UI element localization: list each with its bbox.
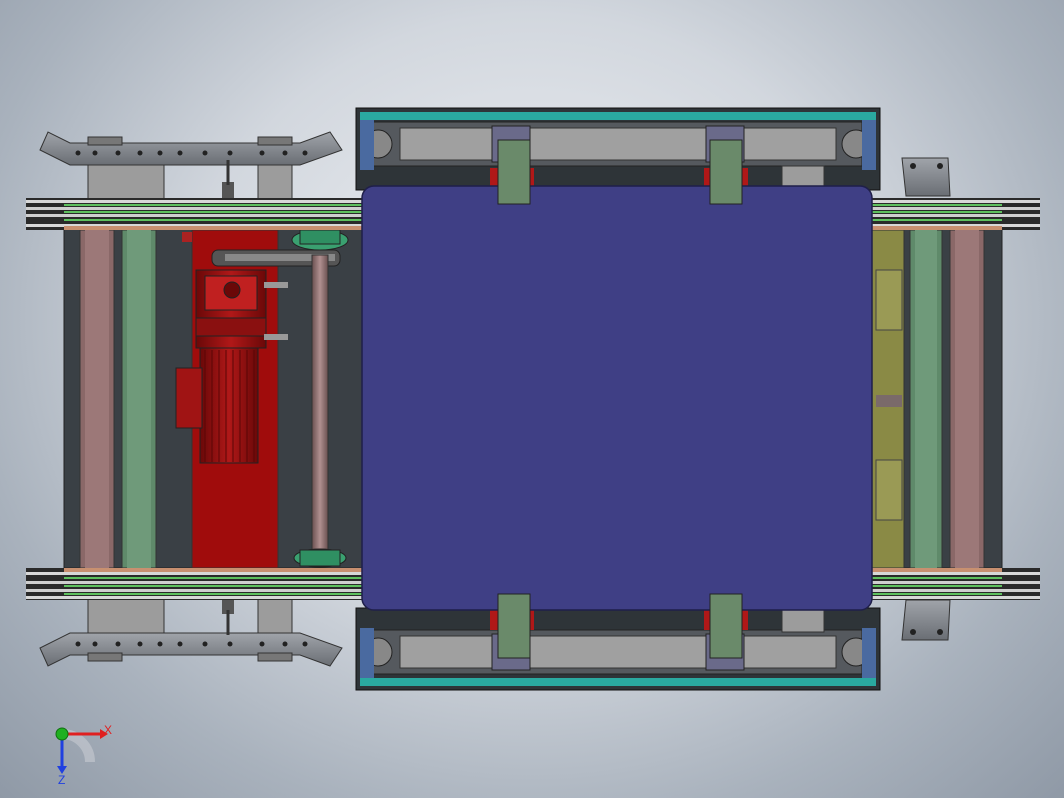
clamp-tab-bottom-left xyxy=(497,593,531,659)
left-bottom-support-block xyxy=(87,597,165,634)
clamp-tab-top-right xyxy=(709,139,743,205)
clamp-tab-top-left xyxy=(497,139,531,205)
cad-drawing: X Z xyxy=(26,107,1040,787)
bottom-roller-left xyxy=(399,635,493,669)
z-axis-label: Z xyxy=(58,773,65,787)
y-axis-dot xyxy=(55,727,69,741)
left-conveyor-unit xyxy=(26,131,366,667)
right-bottom-bracket xyxy=(901,599,951,641)
axis-triad: X Z xyxy=(55,723,112,787)
right-bottom-belt-rail xyxy=(872,568,1040,600)
top-roller-assembly xyxy=(355,107,881,191)
left-top-curved-bracket xyxy=(39,131,343,166)
x-axis-label: X xyxy=(104,723,112,737)
center-transfer-unit xyxy=(355,107,881,691)
left-top-belt-rail xyxy=(26,198,366,230)
lift-platform xyxy=(361,185,873,611)
right-top-bracket xyxy=(901,157,951,197)
top-roller-right xyxy=(743,127,837,161)
top-roller-left xyxy=(399,127,493,161)
bottom-roller-right xyxy=(743,635,837,669)
top-roller-center xyxy=(529,127,707,161)
clamp-tab-bottom-right xyxy=(709,593,743,659)
left-bottom-curved-bracket xyxy=(39,632,343,667)
right-conveyor-unit xyxy=(871,157,1040,641)
left-bottom-belt-rail xyxy=(26,568,366,600)
left-top-support-block xyxy=(87,164,165,200)
bottom-roller-assembly xyxy=(355,607,881,691)
bottom-roller-center xyxy=(529,635,707,669)
right-top-belt-rail xyxy=(872,198,1040,230)
drive-shaft xyxy=(311,254,329,556)
